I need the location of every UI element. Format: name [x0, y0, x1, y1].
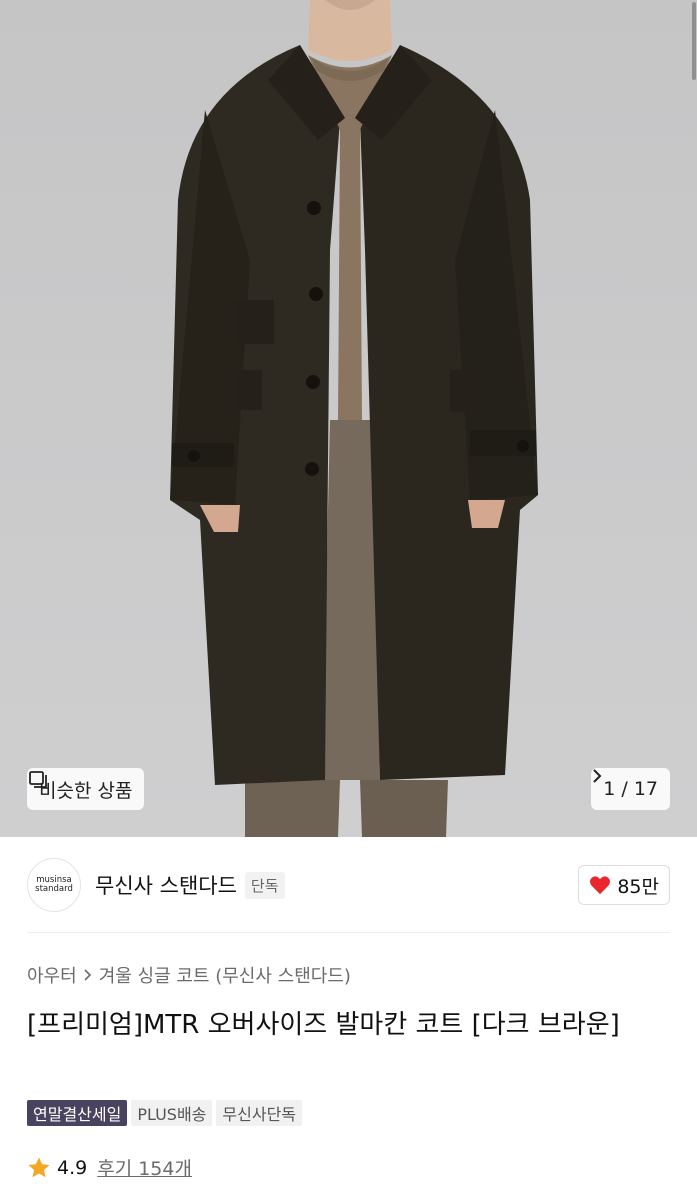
product-tags: 연말결산세일 PLUS배송 무신사단독: [27, 1100, 303, 1126]
star-icon: [28, 1157, 50, 1177]
similar-products-label: 비슷한 상품: [39, 779, 133, 802]
tag-sale: 연말결산세일: [27, 1100, 128, 1126]
image-pager-button[interactable]: 1 / 17: [591, 768, 670, 810]
section-divider: [27, 932, 670, 933]
product-photo: [0, 0, 697, 837]
scrollbar[interactable]: [691, 0, 697, 837]
brand-name-link[interactable]: 무신사 스탠다드: [95, 870, 237, 900]
scrollbar-thumb[interactable]: [692, 2, 696, 80]
chevron-right-icon: [84, 969, 91, 981]
reviews-link[interactable]: 후기 154개: [97, 1154, 192, 1181]
chevron-right-icon: [593, 769, 602, 783]
breadcrumb: 아우터 겨울 싱글 코트 (무신사 스탠다드): [27, 962, 351, 988]
heart-icon: [590, 876, 611, 895]
tag-plus-delivery: PLUS배송: [131, 1100, 213, 1126]
brand-logo-line2: standard: [35, 884, 73, 894]
tag-exclusive: 무신사단독: [216, 1100, 303, 1126]
like-count: 85만: [617, 875, 659, 898]
breadcrumb-item-outer[interactable]: 아우터: [27, 962, 77, 988]
rating-row: 4.9 후기 154개: [27, 1154, 192, 1181]
brand-exclusive-badge: 단독: [244, 871, 285, 899]
rating-score: 4.9: [57, 1156, 88, 1179]
product-image-gallery[interactable]: 비슷한 상품 1 / 17: [0, 0, 697, 837]
like-button[interactable]: 85만: [578, 865, 670, 905]
image-pager-label: 1 / 17: [603, 778, 658, 800]
product-title: [프리미엄]MTR 오버사이즈 발마칸 코트 [다크 브라운]: [27, 1010, 620, 1040]
similar-products-icon: [29, 771, 47, 788]
brand-logo[interactable]: musinsa standard: [27, 858, 81, 912]
breadcrumb-item-category[interactable]: 겨울 싱글 코트 (무신사 스탠다드): [99, 962, 351, 988]
similar-products-button[interactable]: 비슷한 상품: [27, 768, 145, 810]
brand-row: musinsa standard 무신사 스탠다드 단독 85만: [27, 857, 670, 913]
